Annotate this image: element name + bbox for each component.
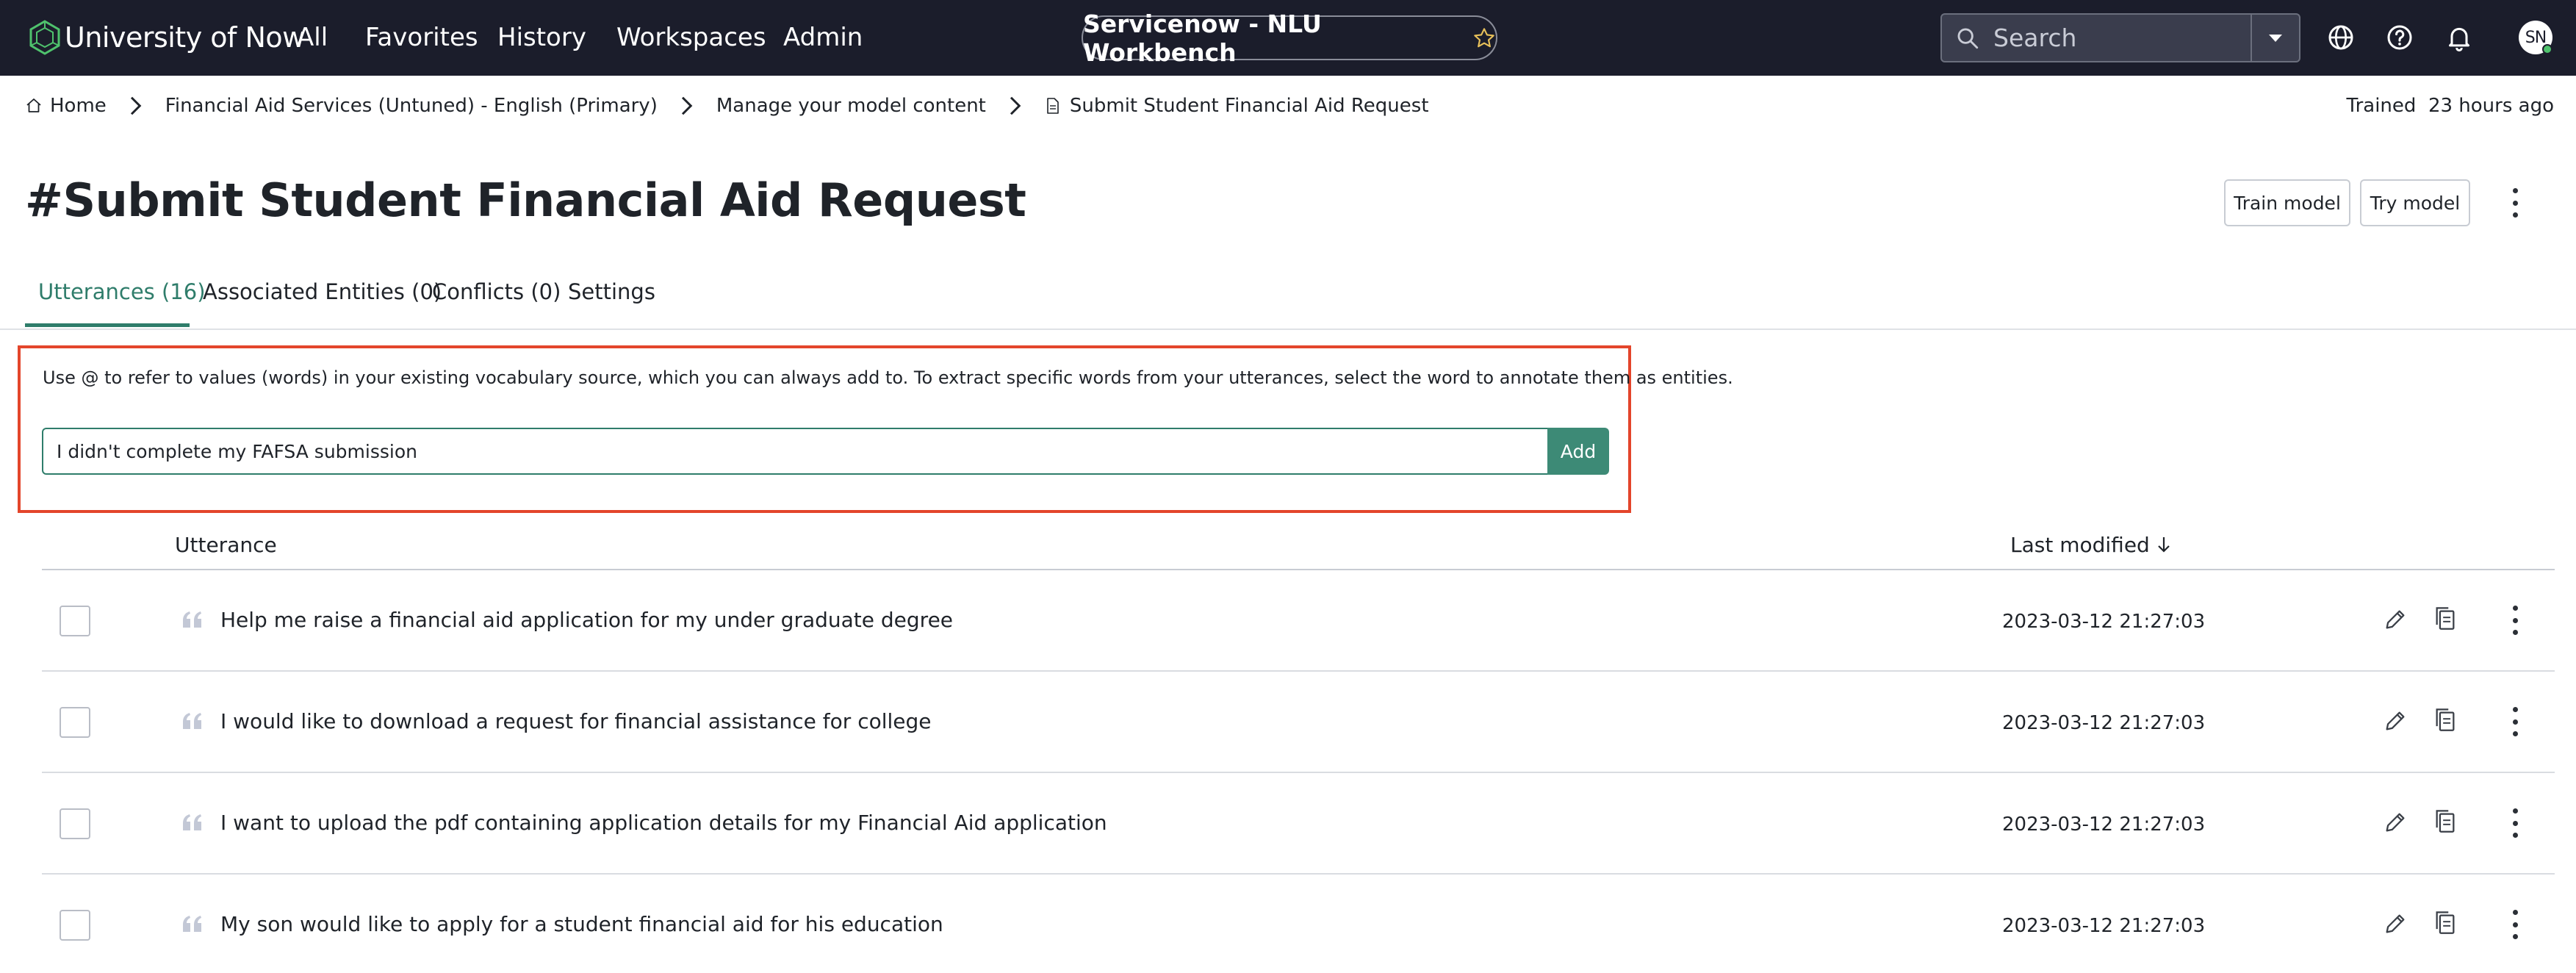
table-row: Help me raise a financial aid applicatio… bbox=[42, 570, 2555, 672]
utterance-text[interactable]: Help me raise a financial aid applicatio… bbox=[220, 606, 953, 635]
tabs-divider bbox=[0, 328, 2576, 330]
nav-admin[interactable]: Admin bbox=[783, 19, 863, 56]
home-icon bbox=[26, 98, 41, 112]
search-scope-dropdown[interactable] bbox=[2251, 15, 2299, 61]
utterance-text[interactable]: I would like to download a request for f… bbox=[220, 707, 932, 736]
nav-favorites[interactable]: Favorites bbox=[365, 19, 478, 56]
brand-name: University of Now bbox=[65, 21, 305, 54]
breadcrumb-home[interactable]: Home bbox=[25, 95, 107, 117]
search-icon bbox=[1957, 28, 1979, 49]
row-more-menu[interactable] bbox=[2511, 808, 2519, 838]
chevron-right-icon bbox=[1010, 96, 1021, 115]
logo-icon bbox=[29, 20, 60, 55]
column-header-last-modified-label: Last modified bbox=[2010, 533, 2150, 557]
utterance-text[interactable]: I want to upload the pdf containing appl… bbox=[220, 808, 1107, 838]
table-row: I want to upload the pdf containing appl… bbox=[42, 773, 2555, 875]
tab-settings[interactable]: Settings bbox=[568, 275, 655, 309]
edit-icon[interactable] bbox=[2383, 607, 2408, 632]
context-title: Servicenow - NLU Workbench bbox=[1083, 9, 1322, 67]
search-placeholder: Search bbox=[1993, 24, 2077, 52]
chevron-right-icon bbox=[130, 96, 142, 115]
edit-icon[interactable] bbox=[2383, 810, 2408, 835]
row-checkbox[interactable] bbox=[60, 707, 90, 738]
train-model-button[interactable]: Train model bbox=[2224, 179, 2350, 226]
tab-utterances[interactable]: Utterances (16) bbox=[38, 275, 206, 309]
utterance-hint: Use @ to refer to values (words) in your… bbox=[43, 367, 1733, 388]
trained-value: 23 hours ago bbox=[2428, 95, 2554, 117]
table-row: I would like to download a request for f… bbox=[42, 672, 2555, 773]
copy-icon[interactable] bbox=[2433, 707, 2458, 735]
nav-all[interactable]: All bbox=[297, 19, 328, 56]
active-tab-indicator bbox=[25, 323, 190, 327]
quote-icon bbox=[183, 916, 201, 932]
nav-workspaces[interactable]: Workspaces bbox=[616, 19, 766, 56]
bell-icon[interactable] bbox=[2444, 23, 2474, 52]
row-checkbox[interactable] bbox=[60, 910, 90, 941]
global-search[interactable]: Search bbox=[1940, 13, 2300, 62]
nav-history[interactable]: History bbox=[497, 19, 586, 56]
breadcrumb-model-label: Financial Aid Services (Untuned) - Engli… bbox=[165, 95, 658, 117]
quote-icon bbox=[183, 713, 201, 729]
tab-associated-entities[interactable]: Associated Entities (0) bbox=[203, 275, 442, 309]
breadcrumb-current-intent: Submit Student Financial Aid Request bbox=[1045, 95, 1429, 117]
breadcrumb-manage-content-label: Manage your model content bbox=[716, 95, 986, 117]
last-modified-date: 2023-03-12 21:27:03 bbox=[2002, 712, 2206, 734]
utterance-input[interactable] bbox=[42, 428, 1549, 475]
breadcrumb: Home Financial Aid Services (Untuned) - … bbox=[25, 91, 1429, 121]
chevron-right-icon bbox=[681, 96, 693, 115]
column-header-utterance[interactable]: Utterance bbox=[175, 531, 277, 560]
edit-icon[interactable] bbox=[2383, 911, 2408, 936]
row-checkbox[interactable] bbox=[60, 808, 90, 839]
try-model-button[interactable]: Try model bbox=[2360, 179, 2470, 226]
star-icon[interactable] bbox=[1472, 26, 1496, 51]
caret-down-icon bbox=[2269, 34, 2282, 42]
row-checkbox[interactable] bbox=[60, 606, 90, 636]
document-icon bbox=[1047, 98, 1059, 114]
quote-icon bbox=[183, 611, 201, 628]
utterance-text[interactable]: My son would like to apply for a student… bbox=[220, 910, 943, 939]
row-more-menu[interactable] bbox=[2511, 606, 2519, 635]
copy-icon[interactable] bbox=[2433, 910, 2458, 938]
add-utterance-button[interactable]: Add bbox=[1547, 428, 1609, 475]
copy-icon[interactable] bbox=[2433, 808, 2458, 836]
search-field[interactable]: Search bbox=[1942, 15, 2251, 61]
globe-icon[interactable] bbox=[2326, 23, 2356, 52]
trained-status: Trained 23 hours ago bbox=[2347, 91, 2554, 121]
breadcrumb-home-label: Home bbox=[50, 95, 107, 117]
row-more-menu[interactable] bbox=[2511, 707, 2519, 736]
breadcrumb-current-label: Submit Student Financial Aid Request bbox=[1069, 95, 1429, 117]
table-row: My son would like to apply for a student… bbox=[42, 875, 2555, 973]
tab-conflicts[interactable]: Conflicts (0) bbox=[432, 275, 561, 309]
help-icon[interactable] bbox=[2385, 23, 2414, 52]
trained-label: Trained bbox=[2346, 95, 2417, 117]
breadcrumb-manage-content[interactable]: Manage your model content bbox=[716, 95, 986, 117]
top-navigation-bar: University of Now All Favorites History … bbox=[0, 0, 2576, 76]
context-title-pill[interactable]: Servicenow - NLU Workbench bbox=[1082, 10, 1497, 67]
row-more-menu[interactable] bbox=[2511, 910, 2519, 939]
quote-icon bbox=[183, 814, 201, 830]
page-more-menu[interactable] bbox=[2511, 188, 2519, 218]
copy-icon[interactable] bbox=[2433, 606, 2458, 633]
presence-indicator bbox=[2542, 44, 2552, 54]
last-modified-date: 2023-03-12 21:27:03 bbox=[2002, 915, 2206, 937]
edit-icon[interactable] bbox=[2383, 708, 2408, 733]
breadcrumb-model[interactable]: Financial Aid Services (Untuned) - Engli… bbox=[165, 95, 658, 117]
sort-descending-icon bbox=[2158, 537, 2170, 553]
page-title: #Submit Student Financial Aid Request bbox=[25, 173, 1026, 227]
last-modified-date: 2023-03-12 21:27:03 bbox=[2002, 611, 2206, 633]
last-modified-date: 2023-03-12 21:27:03 bbox=[2002, 814, 2206, 836]
column-header-last-modified[interactable]: Last modified bbox=[2010, 531, 2172, 560]
brand-logo[interactable]: University of Now bbox=[28, 18, 305, 57]
